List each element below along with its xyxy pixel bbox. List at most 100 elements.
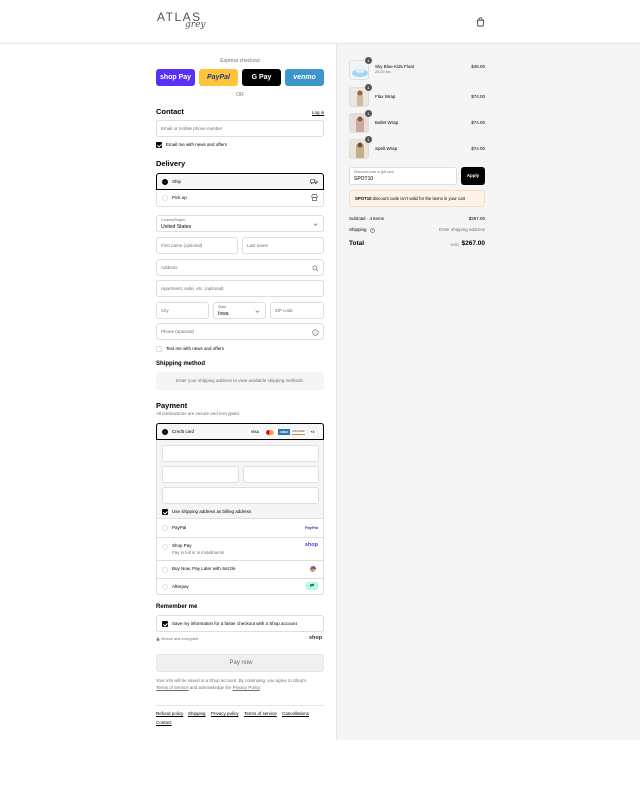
- truck-icon: [310, 179, 318, 185]
- payment-option-credit-card[interactable]: Credit card VISA AMEX DISCOVER +4: [156, 423, 324, 440]
- remember-me-box: Save my information for a faster checkou…: [156, 615, 324, 632]
- last-name-field[interactable]: Last name: [242, 237, 324, 254]
- pay-now-button[interactable]: Pay now: [156, 654, 324, 672]
- footer-link-cancellations[interactable]: Cancellations: [282, 711, 309, 716]
- chevron-down-icon: [255, 310, 260, 313]
- venmo-label: venmo: [293, 74, 316, 81]
- payment-option-shop-pay[interactable]: Shop Pay Pay in full or in installments …: [156, 538, 324, 561]
- zip-placeholder: ZIP code: [275, 308, 293, 313]
- shopping-bag-icon[interactable]: [476, 17, 485, 27]
- item-price: $74.00: [471, 94, 485, 99]
- country-label: Country/Region: [161, 218, 186, 222]
- phone-field[interactable]: Phone (optional) ?: [156, 323, 324, 340]
- remember-me-title: Remember me: [156, 604, 198, 610]
- shop-pay-radio[interactable]: [162, 544, 168, 550]
- apply-discount-button[interactable]: Apply: [461, 167, 485, 185]
- login-link[interactable]: Log in: [312, 110, 324, 115]
- afterpay-radio[interactable]: [162, 584, 168, 590]
- total-value: $267.00: [461, 240, 486, 247]
- last-name-placeholder: Last name: [247, 243, 269, 248]
- cart-item: 1 Spelt Wrap $74.00: [349, 136, 485, 159]
- paypal-badge: PayPal: [304, 525, 318, 530]
- email-placeholder: Email or mobile phone number: [161, 126, 223, 131]
- shipping-label: Shipping: [349, 227, 367, 232]
- shop-pay-option-label: Shop Pay: [172, 543, 192, 548]
- text-news-checkbox[interactable]: [156, 346, 162, 352]
- venmo-button[interactable]: venmo: [285, 69, 324, 86]
- sezzle-radio[interactable]: [162, 567, 168, 573]
- state-select[interactable]: State Iowa: [213, 302, 266, 319]
- payment-option-afterpay[interactable]: Afterpay ⇄: [156, 579, 324, 595]
- address-field[interactable]: Address: [156, 259, 324, 276]
- pay-now-label: Pay now: [229, 660, 253, 666]
- credit-card-radio[interactable]: [162, 429, 168, 435]
- quantity-badge: 1: [365, 110, 372, 117]
- shop-pay-sublabel: Pay in full or in installments: [172, 550, 225, 555]
- google-pay-button[interactable]: G Pay: [242, 69, 281, 86]
- city-placeholder: City: [161, 308, 169, 313]
- payment-option-sezzle[interactable]: Buy Now, Pay Later with Sezzle: [156, 561, 324, 579]
- afterpay-option-label: Afterpay: [172, 584, 189, 589]
- paypal-button[interactable]: PayPal: [199, 69, 238, 86]
- svg-text:?: ?: [372, 228, 374, 232]
- apartment-field[interactable]: Apartment, suite, etc. (optional): [156, 280, 324, 297]
- shop-pay-button[interactable]: shop Pay: [156, 69, 195, 86]
- ship-radio[interactable]: [162, 179, 168, 185]
- footer-link-contact[interactable]: Contact: [156, 720, 172, 725]
- discount-error-banner: SPOT10 discount code isn't valid for the…: [349, 190, 485, 207]
- more-cards-badge: +4: [310, 429, 315, 434]
- error-message: discount code isn't valid for the items …: [371, 196, 466, 201]
- logo-script-text: grey: [185, 20, 206, 30]
- svg-text:?: ?: [314, 330, 317, 335]
- item-name: Ballet Wrap: [375, 120, 399, 125]
- quantity-badge: 1: [365, 57, 372, 64]
- pickup-radio[interactable]: [162, 195, 168, 201]
- email-field[interactable]: Email or mobile phone number: [156, 120, 324, 137]
- sezzle-icon: [310, 566, 316, 572]
- terms-of-service-link[interactable]: Terms of Service: [156, 685, 189, 690]
- store-logo[interactable]: ATLAS grey: [157, 10, 209, 36]
- total-row: Total USD $267.00: [349, 240, 485, 247]
- payment-title: Payment: [156, 401, 188, 410]
- credit-card-form: Use shipping address as billing address: [156, 440, 324, 519]
- save-info-checkbox[interactable]: [162, 621, 168, 627]
- city-field[interactable]: City: [156, 302, 209, 319]
- phone-placeholder: Phone (optional): [161, 329, 195, 334]
- country-select[interactable]: Country/Region United States: [156, 215, 324, 232]
- paypal-radio[interactable]: [162, 525, 168, 531]
- first-name-field[interactable]: First name (optional): [156, 237, 238, 254]
- card-expiry-field[interactable]: [162, 466, 239, 483]
- delivery-option-pickup[interactable]: Pick up: [156, 190, 324, 207]
- secure-text: Secure and encrypted: [161, 637, 199, 641]
- country-value: United States: [161, 224, 192, 230]
- email-news-checkbox[interactable]: [156, 142, 162, 148]
- zip-field[interactable]: ZIP code: [270, 302, 324, 319]
- chevron-down-icon: [313, 223, 318, 226]
- card-cvv-field[interactable]: [243, 466, 319, 483]
- error-code: SPOT10: [355, 196, 372, 201]
- footer-link-terms[interactable]: Terms of service: [244, 711, 277, 716]
- billing-checkbox[interactable]: [162, 509, 168, 515]
- item-price: $74.00: [471, 120, 485, 125]
- visa-icon: VISA: [249, 429, 261, 435]
- billing-label: Use shipping address as billing address: [172, 509, 252, 514]
- footer-link-refund[interactable]: Refund policy: [156, 711, 183, 716]
- save-info-label: Save my information for a faster checkou…: [172, 621, 297, 626]
- state-value: Iowa: [218, 311, 229, 317]
- card-name-field[interactable]: [162, 487, 319, 504]
- payment-option-paypal[interactable]: PayPal PayPal: [156, 519, 324, 538]
- footer-link-privacy[interactable]: Privacy policy: [211, 711, 239, 716]
- first-name-placeholder: First name (optional): [161, 243, 203, 248]
- privacy-policy-link[interactable]: Privacy Policy: [233, 685, 260, 690]
- discount-code-field[interactable]: Discount code or gift card SPOT10: [349, 167, 457, 185]
- help-icon[interactable]: ?: [312, 329, 319, 336]
- footer-link-shipping[interactable]: Shipping: [188, 711, 206, 716]
- email-news-label: Email me with news and offers: [166, 142, 227, 147]
- paypal-label: PayPal: [207, 74, 230, 81]
- delivery-option-ship[interactable]: Ship: [156, 173, 324, 190]
- card-number-field[interactable]: [162, 445, 319, 462]
- info-icon[interactable]: ?: [370, 227, 375, 233]
- mastercard-icon: [264, 429, 276, 435]
- item-variant: 20-50 lbs: [375, 70, 391, 74]
- item-name: Sky Blue Kids Float: [375, 64, 415, 69]
